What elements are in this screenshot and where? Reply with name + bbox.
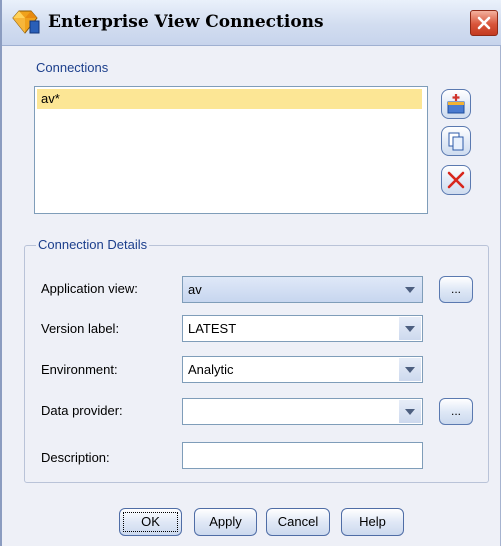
version-label-dropdown[interactable]: LATEST — [182, 315, 423, 342]
add-connection-button[interactable] — [441, 89, 471, 119]
copy-connection-button[interactable] — [441, 126, 471, 156]
application-view-value: av — [188, 282, 202, 297]
environment-value: Analytic — [188, 362, 234, 377]
data-provider-dropdown[interactable] — [182, 398, 423, 425]
close-button[interactable] — [470, 10, 498, 36]
browse-application-view-button[interactable]: ... — [439, 276, 473, 303]
delete-x-icon — [447, 171, 465, 189]
chevron-down-icon[interactable] — [399, 400, 421, 423]
ok-button[interactable]: OK — [119, 508, 182, 536]
application-view-dropdown[interactable]: av — [182, 276, 423, 303]
application-view-label: Application view: — [41, 281, 138, 296]
cancel-button-label: Cancel — [277, 514, 319, 529]
connections-group-label: Connections — [34, 60, 111, 75]
description-input[interactable] — [182, 442, 423, 469]
version-label-value: LATEST — [188, 321, 237, 336]
window-title: Enterprise View Connections — [48, 12, 324, 32]
connection-details-group-label: Connection Details — [36, 237, 150, 252]
chevron-down-icon[interactable] — [399, 317, 421, 340]
apply-button-label: Apply — [209, 514, 242, 529]
data-provider-label: Data provider: — [41, 403, 123, 418]
browse-data-provider-button[interactable]: ... — [439, 398, 473, 425]
title-bar[interactable]: Enterprise View Connections — [2, 0, 501, 46]
dialog-window: Enterprise View Connections Connections … — [0, 0, 501, 546]
chevron-down-icon[interactable] — [399, 278, 421, 301]
add-connection-icon — [447, 94, 465, 114]
close-icon — [477, 16, 491, 30]
cancel-button[interactable]: Cancel — [266, 508, 330, 536]
help-button-label: Help — [359, 514, 386, 529]
environment-label: Environment: — [41, 362, 118, 377]
description-label: Description: — [41, 450, 110, 465]
connections-listbox[interactable]: av* — [34, 86, 428, 214]
list-item[interactable]: av* — [37, 89, 422, 109]
focus-rect — [123, 512, 178, 532]
copy-icon — [448, 132, 464, 151]
chevron-down-icon[interactable] — [399, 358, 421, 381]
environment-dropdown[interactable]: Analytic — [182, 356, 423, 383]
connection-name: av* — [41, 91, 60, 106]
help-button[interactable]: Help — [341, 508, 404, 536]
apply-button[interactable]: Apply — [194, 508, 257, 536]
diamond-app-icon — [12, 10, 40, 34]
version-label-label: Version label: — [41, 321, 120, 336]
delete-connection-button[interactable] — [441, 165, 471, 195]
